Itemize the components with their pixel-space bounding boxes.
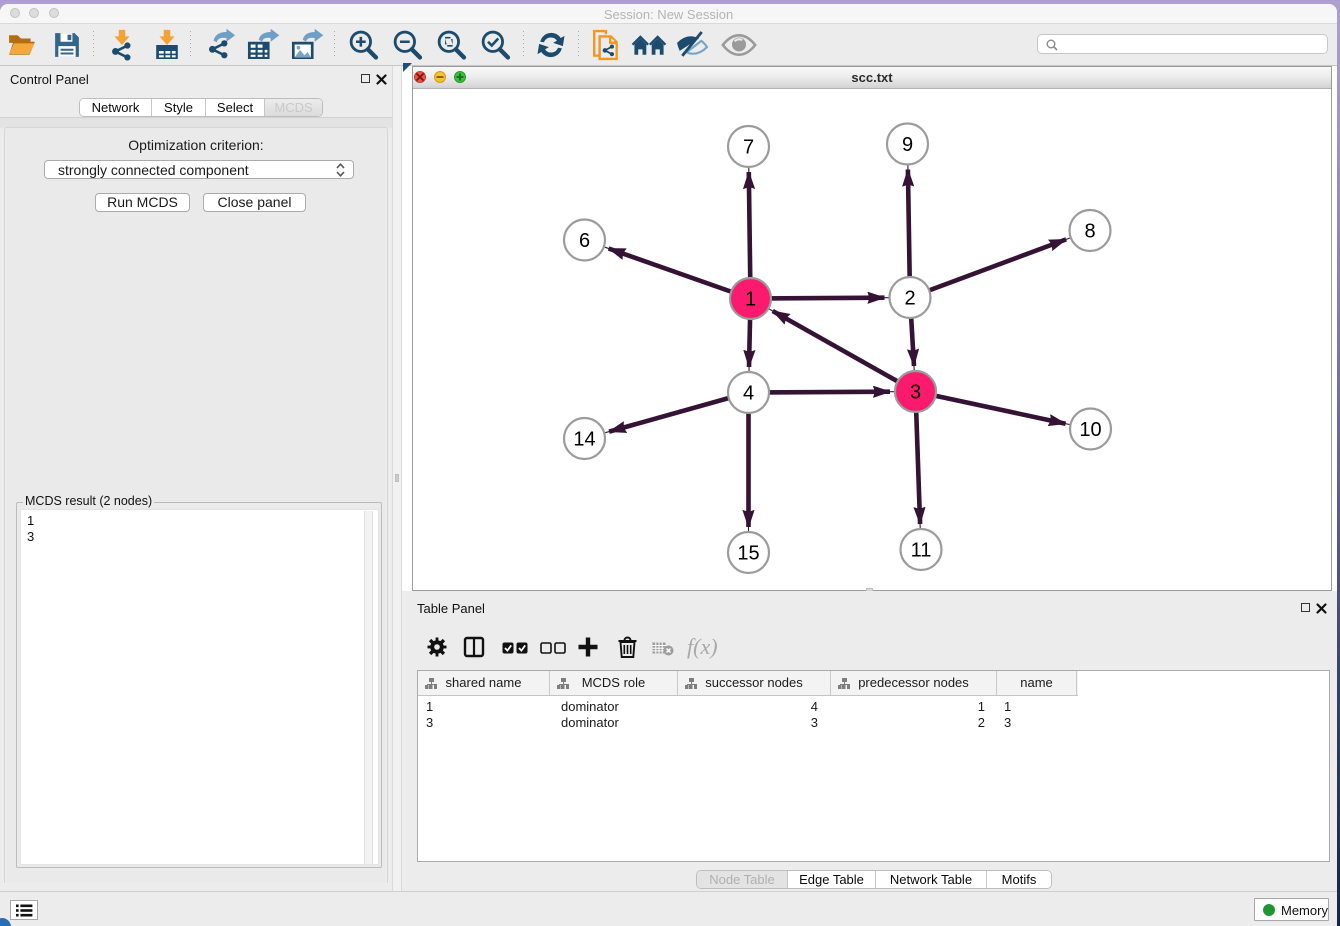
svg-text:1: 1	[745, 289, 756, 311]
svg-text:7: 7	[743, 137, 754, 159]
svg-text:14: 14	[573, 429, 595, 451]
svg-text:4: 4	[743, 383, 754, 405]
svg-text:11: 11	[911, 540, 932, 562]
svg-text:9: 9	[902, 134, 913, 156]
svg-text:2: 2	[904, 288, 915, 310]
svg-text:3: 3	[910, 382, 921, 404]
svg-text:15: 15	[737, 543, 759, 565]
svg-text:10: 10	[1079, 419, 1101, 441]
svg-text:8: 8	[1084, 221, 1095, 243]
svg-text:6: 6	[579, 230, 590, 252]
